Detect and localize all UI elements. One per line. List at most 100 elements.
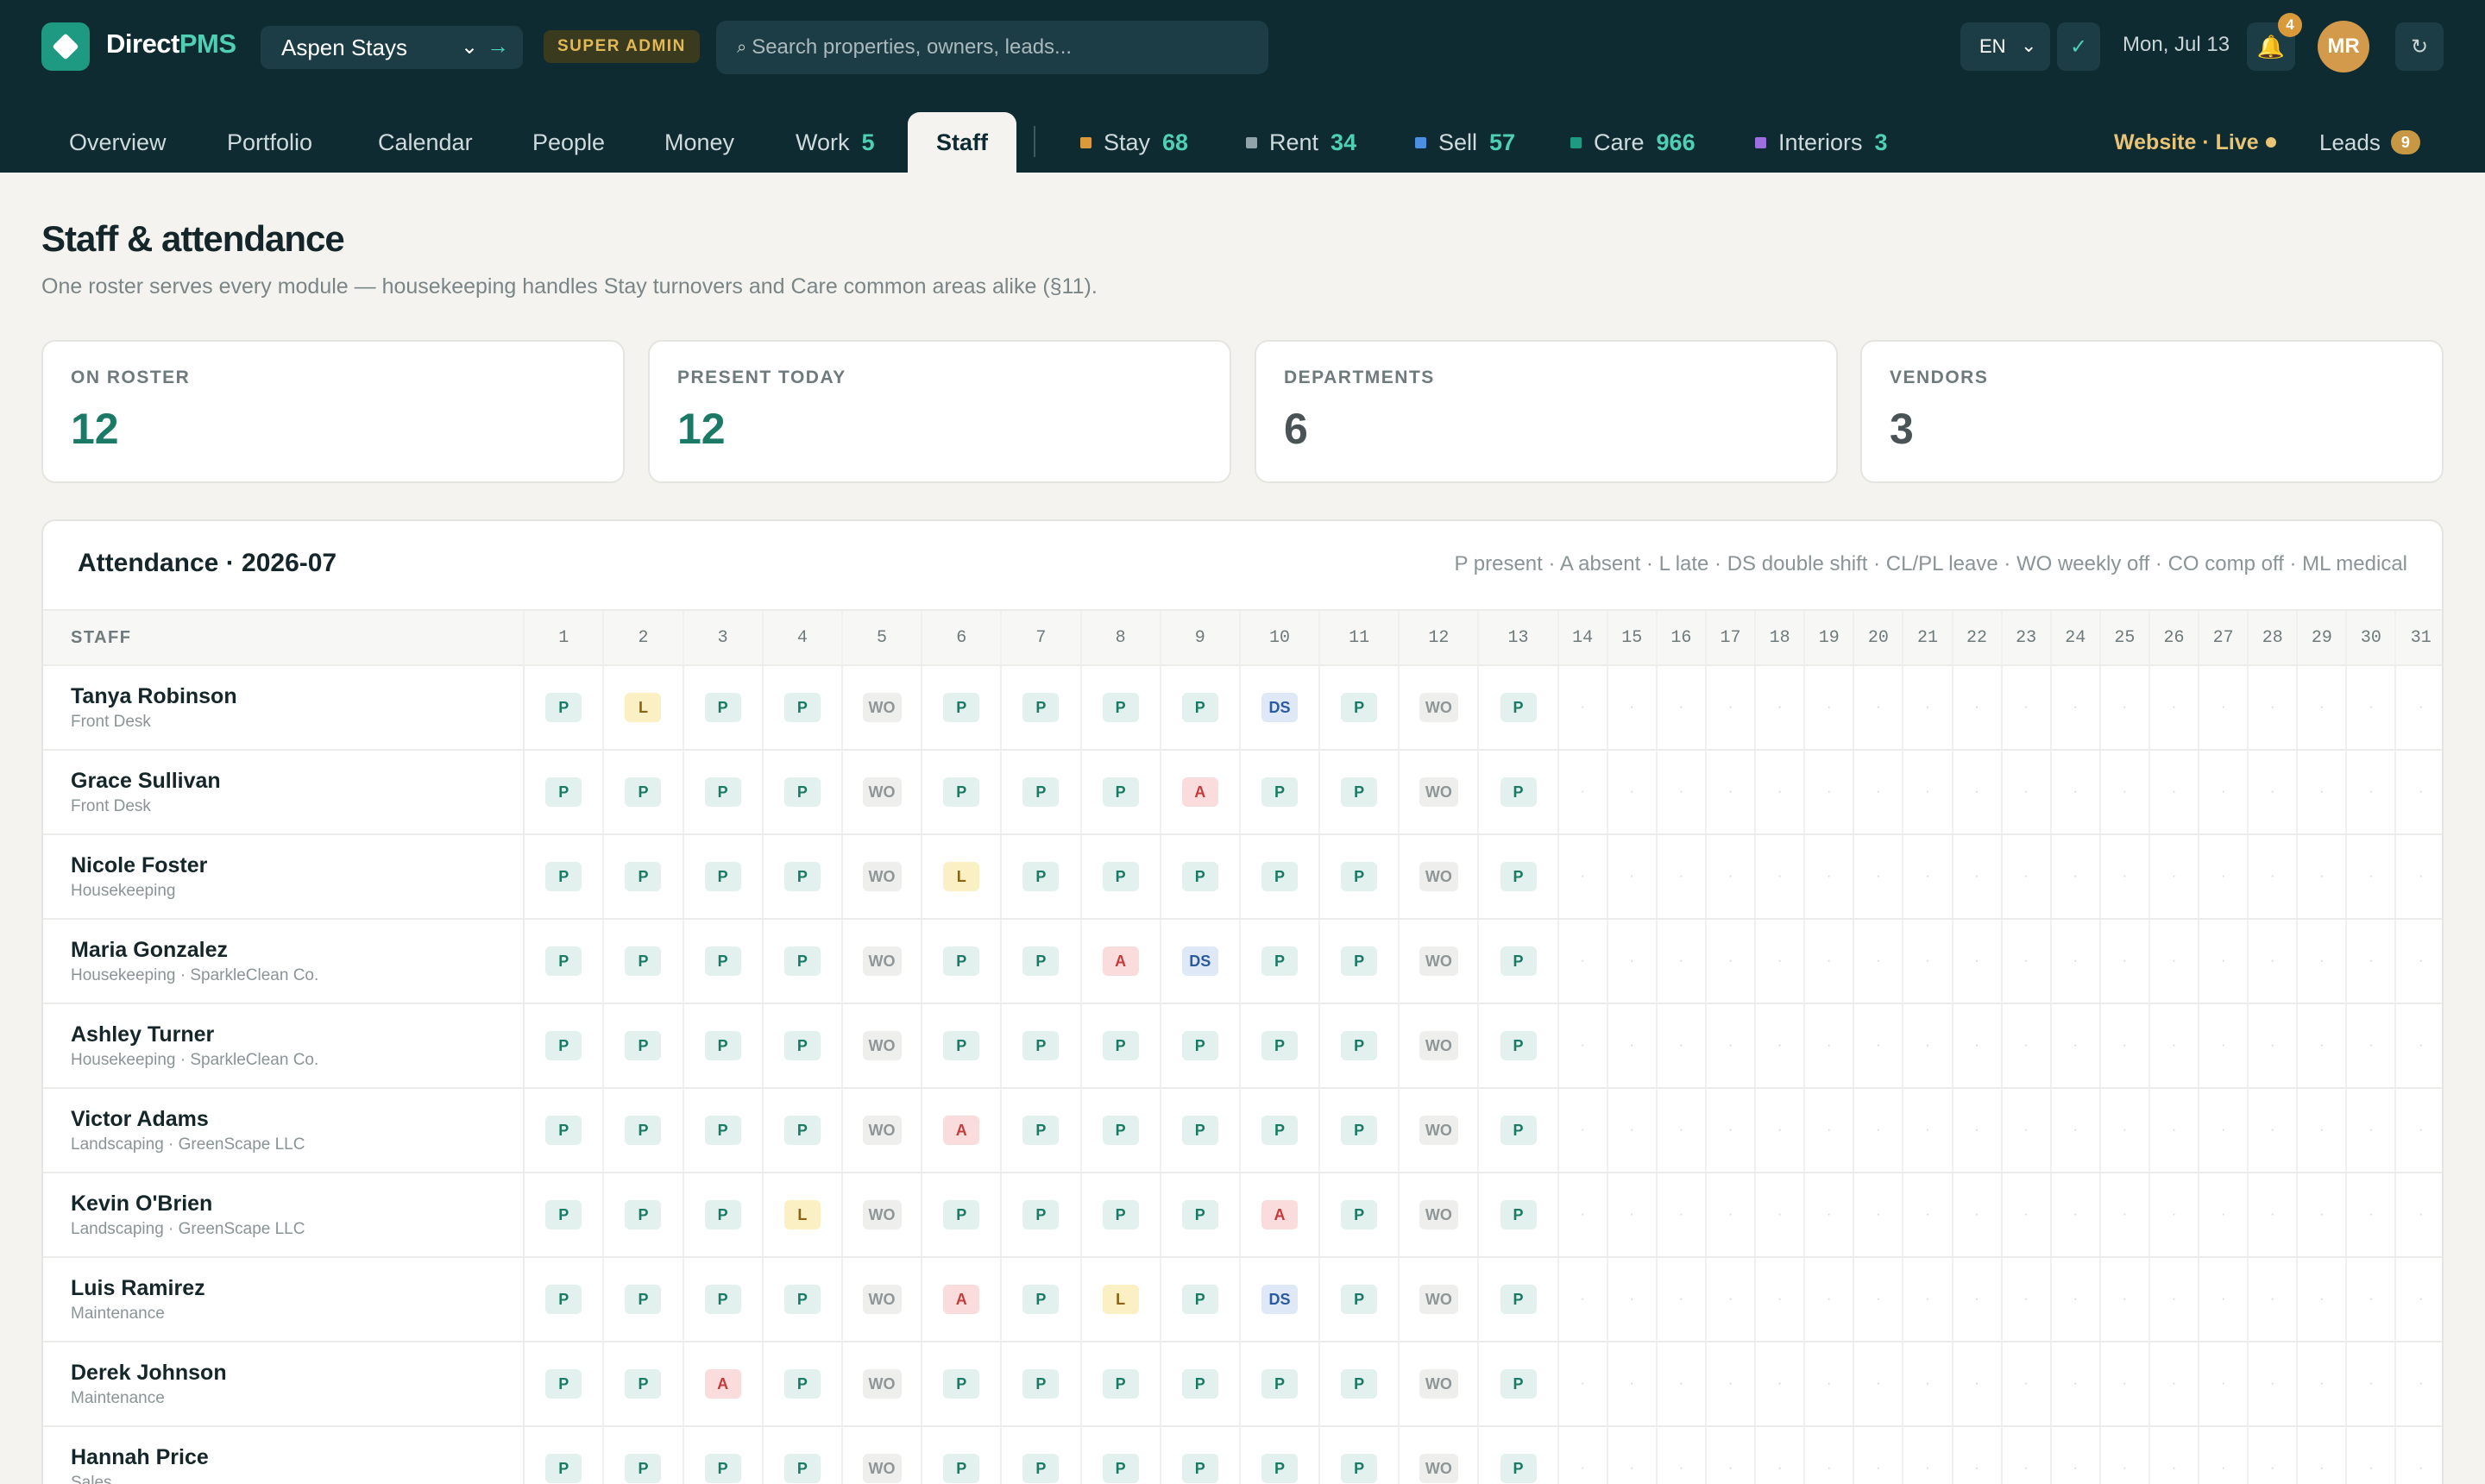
- attendance-cell[interactable]: ·: [2394, 1257, 2442, 1343]
- attendance-cell[interactable]: P: [1477, 665, 1558, 751]
- attendance-cell[interactable]: ·: [2098, 1088, 2149, 1173]
- staff-name[interactable]: Derek Johnson: [71, 1361, 523, 1386]
- attendance-cell[interactable]: P: [523, 1342, 604, 1427]
- attendance-cell[interactable]: ·: [1803, 1342, 1854, 1427]
- attendance-cell[interactable]: ·: [1754, 1173, 1805, 1258]
- attendance-cell[interactable]: ·: [2247, 1003, 2298, 1089]
- attendance-cell[interactable]: ·: [2148, 1257, 2199, 1343]
- attendance-cell[interactable]: ·: [2394, 1173, 2442, 1258]
- attendance-cell[interactable]: L: [602, 665, 683, 751]
- attendance-cell[interactable]: ·: [2198, 750, 2249, 835]
- attendance-cell[interactable]: ·: [2049, 1003, 2100, 1089]
- attendance-cell[interactable]: ·: [2345, 1342, 2396, 1427]
- attendance-cell[interactable]: ·: [1902, 1257, 1953, 1343]
- attendance-cell[interactable]: P: [523, 665, 604, 751]
- attendance-cell[interactable]: P: [682, 1003, 763, 1089]
- attendance-cell[interactable]: P: [1000, 1342, 1081, 1427]
- attendance-cell[interactable]: ·: [1853, 665, 1903, 751]
- attendance-cell[interactable]: P: [1079, 1088, 1161, 1173]
- attendance-cell[interactable]: ·: [1803, 919, 1854, 1004]
- attendance-cell[interactable]: P: [1238, 1088, 1320, 1173]
- attendance-cell[interactable]: P: [682, 665, 763, 751]
- table-row[interactable]: Luis Ramirez Maintenance P P P P WO A P L P DS P WO P ·…: [43, 1257, 2442, 1343]
- attendance-cell[interactable]: ·: [1902, 1173, 1953, 1258]
- module-interiors[interactable]: Interiors 3: [1755, 112, 1888, 173]
- attendance-cell[interactable]: P: [1079, 665, 1161, 751]
- attendance-cell[interactable]: ·: [1951, 665, 2002, 751]
- attendance-cell[interactable]: ·: [1704, 1088, 1756, 1173]
- attendance-cell[interactable]: P: [1477, 834, 1558, 920]
- attendance-cell[interactable]: ·: [2098, 1003, 2149, 1089]
- attendance-cell[interactable]: ·: [1951, 1257, 2002, 1343]
- attendance-cell[interactable]: P: [523, 1173, 604, 1258]
- attendance-cell[interactable]: ·: [2345, 665, 2396, 751]
- attendance-cell[interactable]: P: [602, 1173, 683, 1258]
- attendance-cell[interactable]: ·: [2098, 1426, 2149, 1484]
- attendance-cell[interactable]: ·: [1557, 1173, 1607, 1258]
- attendance-cell[interactable]: P: [682, 1088, 763, 1173]
- attendance-cell[interactable]: ·: [1902, 834, 1953, 920]
- table-row[interactable]: Derek Johnson Maintenance P P A P WO P P P P P P WO P ·…: [43, 1342, 2442, 1427]
- attendance-cell[interactable]: P: [1318, 1426, 1400, 1484]
- staff-name[interactable]: Kevin O'Brien: [71, 1192, 523, 1217]
- attendance-cell[interactable]: ·: [2394, 1088, 2442, 1173]
- module-care[interactable]: Care 966: [1570, 112, 1695, 173]
- attendance-cell[interactable]: P: [1159, 1342, 1240, 1427]
- attendance-cell[interactable]: P: [1079, 1173, 1161, 1258]
- attendance-cell[interactable]: A: [1238, 1173, 1320, 1258]
- attendance-cell[interactable]: ·: [2247, 1173, 2298, 1258]
- attendance-cell[interactable]: ·: [1606, 1257, 1657, 1343]
- attendance-cell[interactable]: P: [1000, 919, 1081, 1004]
- attendance-cell[interactable]: P: [921, 665, 1002, 751]
- attendance-cell[interactable]: P: [523, 750, 604, 835]
- staff-name[interactable]: Victor Adams: [71, 1107, 523, 1132]
- staff-name[interactable]: Tanya Robinson: [71, 684, 523, 709]
- attendance-cell[interactable]: WO: [1398, 1342, 1479, 1427]
- attendance-cell[interactable]: ·: [1803, 1173, 1854, 1258]
- attendance-cell[interactable]: ·: [1853, 919, 1903, 1004]
- attendance-cell[interactable]: ·: [1902, 750, 1953, 835]
- attendance-cell[interactable]: P: [921, 1342, 1002, 1427]
- attendance-cell[interactable]: WO: [840, 1257, 922, 1343]
- attendance-cell[interactable]: ·: [2296, 1088, 2347, 1173]
- attendance-cell[interactable]: ·: [2098, 1257, 2149, 1343]
- attendance-cell[interactable]: ·: [2000, 1003, 2051, 1089]
- attendance-cell[interactable]: ·: [1951, 1342, 2002, 1427]
- attendance-cell[interactable]: ·: [2247, 1426, 2298, 1484]
- attendance-cell[interactable]: ·: [2148, 919, 2199, 1004]
- attendance-cell[interactable]: ·: [1557, 919, 1607, 1004]
- check-icon[interactable]: ✓: [2057, 22, 2100, 71]
- attendance-cell[interactable]: P: [1079, 1342, 1161, 1427]
- attendance-cell[interactable]: ·: [2098, 834, 2149, 920]
- attendance-cell[interactable]: ·: [1803, 1257, 1854, 1343]
- attendance-cell[interactable]: ·: [2148, 750, 2199, 835]
- attendance-cell[interactable]: ·: [2198, 1003, 2249, 1089]
- attendance-cell[interactable]: P: [921, 1003, 1002, 1089]
- attendance-cell[interactable]: ·: [1803, 834, 1854, 920]
- attendance-cell[interactable]: ·: [2296, 1173, 2347, 1258]
- attendance-cell[interactable]: ·: [1557, 1426, 1607, 1484]
- table-row[interactable]: Nicole Foster Housekeeping P P P P WO L P P P P P WO P…: [43, 834, 2442, 920]
- tab-overview[interactable]: Overview: [69, 112, 167, 173]
- attendance-cell[interactable]: P: [1318, 1342, 1400, 1427]
- attendance-cell[interactable]: ·: [1902, 919, 1953, 1004]
- attendance-cell[interactable]: ·: [2148, 1003, 2199, 1089]
- attendance-cell[interactable]: P: [1159, 1173, 1240, 1258]
- attendance-cell[interactable]: WO: [1398, 1257, 1479, 1343]
- tab-staff[interactable]: Staff: [908, 112, 1016, 173]
- attendance-cell[interactable]: P: [602, 1003, 683, 1089]
- attendance-cell[interactable]: L: [1079, 1257, 1161, 1343]
- attendance-cell[interactable]: ·: [1606, 919, 1657, 1004]
- attendance-cell[interactable]: P: [523, 1088, 604, 1173]
- attendance-cell[interactable]: ·: [2049, 1173, 2100, 1258]
- attendance-cell[interactable]: P: [523, 919, 604, 1004]
- attendance-cell[interactable]: P: [1318, 665, 1400, 751]
- attendance-cell[interactable]: ·: [2345, 1257, 2396, 1343]
- staff-name[interactable]: Grace Sullivan: [71, 769, 523, 794]
- attendance-cell[interactable]: P: [1000, 1003, 1081, 1089]
- attendance-cell[interactable]: A: [682, 1342, 763, 1427]
- attendance-cell[interactable]: P: [682, 1173, 763, 1258]
- attendance-cell[interactable]: ·: [1951, 834, 2002, 920]
- attendance-cell[interactable]: ·: [1902, 1426, 1953, 1484]
- attendance-cell[interactable]: P: [761, 834, 842, 920]
